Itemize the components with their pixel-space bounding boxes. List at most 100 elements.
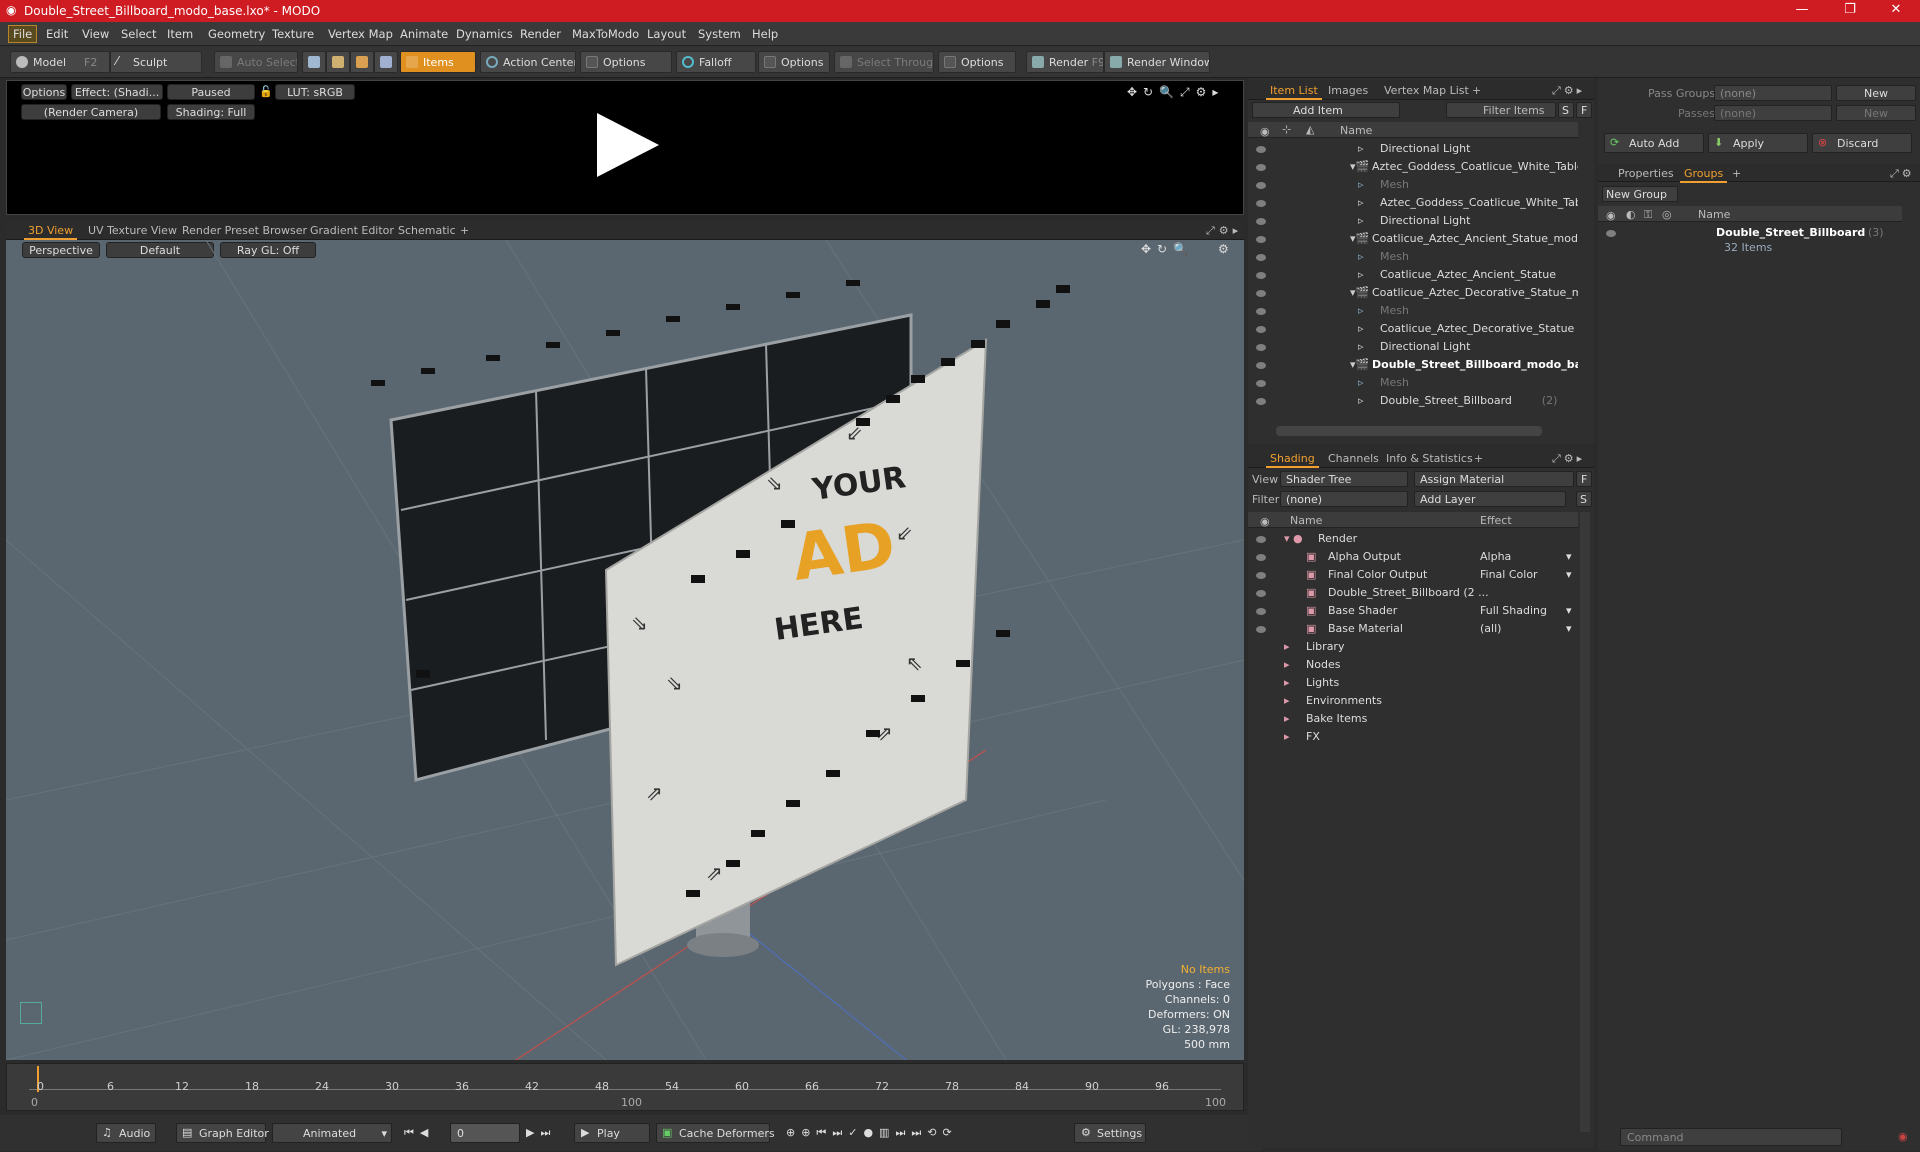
item-row[interactable]: ▾🎬Coatlicue_Aztec_Decorative_Statue_mo .…	[1248, 284, 1578, 302]
tab-vertex-map-list[interactable]: Vertex Map List	[1380, 83, 1473, 98]
minimize-icon[interactable]: —	[1782, 2, 1822, 17]
animated-dropdown[interactable]: Animated ▾	[272, 1123, 392, 1143]
add-tab-icon[interactable]: +	[456, 223, 473, 238]
item-row[interactable]: ▹ Double_Street_Billboard (2)	[1248, 392, 1578, 410]
timeline[interactable]: 0 6 12 18 24 30 36 42 48 54 60 66 72 78 …	[6, 1063, 1244, 1111]
select-through-button[interactable]: Select Through	[834, 51, 934, 73]
tab-images[interactable]: Images	[1324, 83, 1372, 98]
maximize-icon[interactable]: ❐	[1830, 2, 1870, 17]
menu-dynamics[interactable]: Dynamics	[452, 26, 517, 42]
tab-gradient-editor[interactable]: Gradient Editor	[306, 223, 398, 238]
s-button[interactable]: S	[1558, 102, 1574, 118]
visibility-eye-icon[interactable]	[1256, 182, 1266, 189]
close-icon[interactable]: ✕	[1876, 2, 1916, 17]
item-row[interactable]: ▹ Mesh	[1248, 176, 1578, 194]
effect-dropdown[interactable]: (all)	[1480, 622, 1501, 635]
options-button-1[interactable]: Options	[580, 51, 672, 73]
action-center-button[interactable]: Action Center	[480, 51, 576, 73]
group-row[interactable]: Double_Street_Billboard (3)	[1598, 224, 1902, 242]
audio-button[interactable]: ♫ Audio	[96, 1123, 156, 1143]
rewind-icons[interactable]: ⏮◀	[404, 1126, 434, 1140]
f-button[interactable]: F	[1576, 471, 1592, 487]
visibility-eye-icon[interactable]	[1256, 326, 1266, 333]
tab-properties[interactable]: Properties	[1614, 166, 1678, 181]
shader-row[interactable]: ▸ Bake Items	[1248, 710, 1578, 728]
shader-row[interactable]: ▾ ● Render	[1248, 530, 1578, 548]
menu-layout[interactable]: Layout	[643, 26, 690, 42]
add-layer-dropdown[interactable]: Add Layer	[1414, 491, 1566, 507]
shader-row[interactable]: ▸ FX	[1248, 728, 1578, 746]
discard-button[interactable]: ⊗ Discard	[1812, 133, 1912, 153]
item-row[interactable]: ▹Coatlicue_Aztec_Ancient_Statue(2)	[1248, 266, 1578, 284]
tab-shading[interactable]: Shading	[1266, 451, 1319, 468]
tab-channels[interactable]: Channels	[1324, 451, 1383, 466]
effect-dropdown[interactable]: Alpha	[1480, 550, 1511, 563]
render-window-button[interactable]: Render Window	[1104, 51, 1210, 73]
item-row[interactable]: ▹ Mesh	[1248, 374, 1578, 392]
viewport-nav-icons[interactable]: ✥↻🔍⤢⚙▸	[1127, 85, 1224, 100]
f-button[interactable]: F	[1576, 102, 1592, 118]
shader-row[interactable]: ▸ Library	[1248, 638, 1578, 656]
item-row[interactable]: ▹ Directional Light	[1248, 140, 1578, 158]
effect-column[interactable]: Effect	[1480, 514, 1512, 527]
menu-system[interactable]: System	[694, 26, 745, 42]
vertical-scrollbar[interactable]	[1580, 512, 1590, 1132]
menu-maxtomodo[interactable]: MaxToModo	[568, 26, 643, 42]
panel-options-icon[interactable]: ⤢⚙▸	[1548, 83, 1589, 99]
menu-texture[interactable]: Texture	[268, 26, 318, 42]
visibility-eye-icon[interactable]	[1256, 362, 1266, 369]
sculpt-button[interactable]: ⁄ Sculpt	[110, 51, 202, 73]
item-row[interactable]: ▾🎬Aztec_Goddess_Coatlicue_White_Table_ .…	[1248, 158, 1578, 176]
tab-uv-texture-view[interactable]: UV Texture View	[84, 223, 181, 238]
menu-edit[interactable]: Edit	[42, 26, 72, 42]
new-pass-group-button[interactable]: New	[1836, 85, 1916, 101]
visibility-eye-icon[interactable]	[1256, 254, 1266, 261]
shader-row[interactable]: ▣ Base Shader Full Shading ▾	[1248, 602, 1578, 620]
menu-select[interactable]: Select	[117, 26, 160, 42]
item-row[interactable]: ▹ Aztec_Goddess_Coatlicue_White_Tabl ...	[1248, 194, 1578, 212]
tab-3d-view[interactable]: 3D View	[24, 223, 78, 240]
tab-info-statistics[interactable]: Info & Statistics	[1382, 451, 1477, 466]
passes-dropdown[interactable]: (none)	[1714, 105, 1832, 121]
effect-dropdown[interactable]: Final Color	[1480, 568, 1538, 581]
auto-add-button[interactable]: ⟳ Auto Add	[1604, 133, 1704, 153]
add-item-dropdown[interactable]: Add Item	[1252, 102, 1400, 118]
pass-groups-dropdown[interactable]: (none)	[1714, 85, 1832, 101]
cache-deformers-button[interactable]: ▣ Cache Deformers	[656, 1123, 775, 1143]
item-row[interactable]: ▹ Mesh	[1248, 248, 1578, 266]
s-button[interactable]: S	[1576, 491, 1592, 507]
apply-button[interactable]: ⬇ Apply	[1708, 133, 1808, 153]
auto-select-button[interactable]: Auto Select	[214, 51, 298, 73]
frame-input[interactable]: 0	[450, 1123, 520, 1143]
play-button[interactable]: ▶ Play	[574, 1123, 650, 1143]
camera-dropdown[interactable]: (Render Camera)	[21, 104, 161, 120]
visibility-eye-icon[interactable]	[1256, 218, 1266, 225]
item-row[interactable]: ▾🎬Coatlicue_Aztec_Ancient_Statue_modo_ .…	[1248, 230, 1578, 248]
visibility-eye-icon[interactable]	[1256, 626, 1266, 633]
filter-dropdown[interactable]: (none)	[1280, 491, 1408, 507]
item-row[interactable]: ▾🎬 Double_Street_Billboard_modo_ba...	[1248, 356, 1578, 374]
name-column[interactable]: Name	[1340, 124, 1372, 137]
tab-groups[interactable]: Groups	[1680, 166, 1728, 183]
options-button-2[interactable]: Options	[758, 51, 830, 73]
effect-dropdown[interactable]: Effect: (Shadi...	[71, 84, 163, 100]
name-column[interactable]: Name	[1290, 514, 1322, 527]
menu-animate[interactable]: Animate	[396, 26, 452, 42]
visibility-eye-icon[interactable]	[1256, 608, 1266, 615]
items-mode-button[interactable]: Items	[400, 51, 476, 73]
new-group-button[interactable]: New Group	[1602, 186, 1678, 202]
horizontal-scrollbar[interactable]	[1276, 426, 1542, 436]
visibility-eye-icon[interactable]	[1256, 272, 1266, 279]
edges-mode-button[interactable]	[326, 51, 350, 73]
visibility-eye-icon[interactable]	[1256, 236, 1266, 243]
panel-options-icon[interactable]: ⤢⚙▸	[1548, 451, 1589, 467]
shader-row[interactable]: ▸ Environments	[1248, 692, 1578, 710]
visibility-eye-icon[interactable]	[1256, 398, 1266, 405]
graph-editor-button[interactable]: ▤ Graph Editor	[176, 1123, 269, 1143]
menu-view[interactable]: View	[78, 26, 113, 42]
render-options-button[interactable]: Options	[21, 84, 67, 100]
render-preview[interactable]: Options Effect: (Shadi... Paused 🔓 LUT: …	[6, 80, 1244, 215]
timeline-ruler[interactable]	[29, 1068, 1221, 1090]
render-button[interactable]: Render F9	[1026, 51, 1104, 73]
visibility-eye-icon[interactable]	[1256, 146, 1266, 153]
